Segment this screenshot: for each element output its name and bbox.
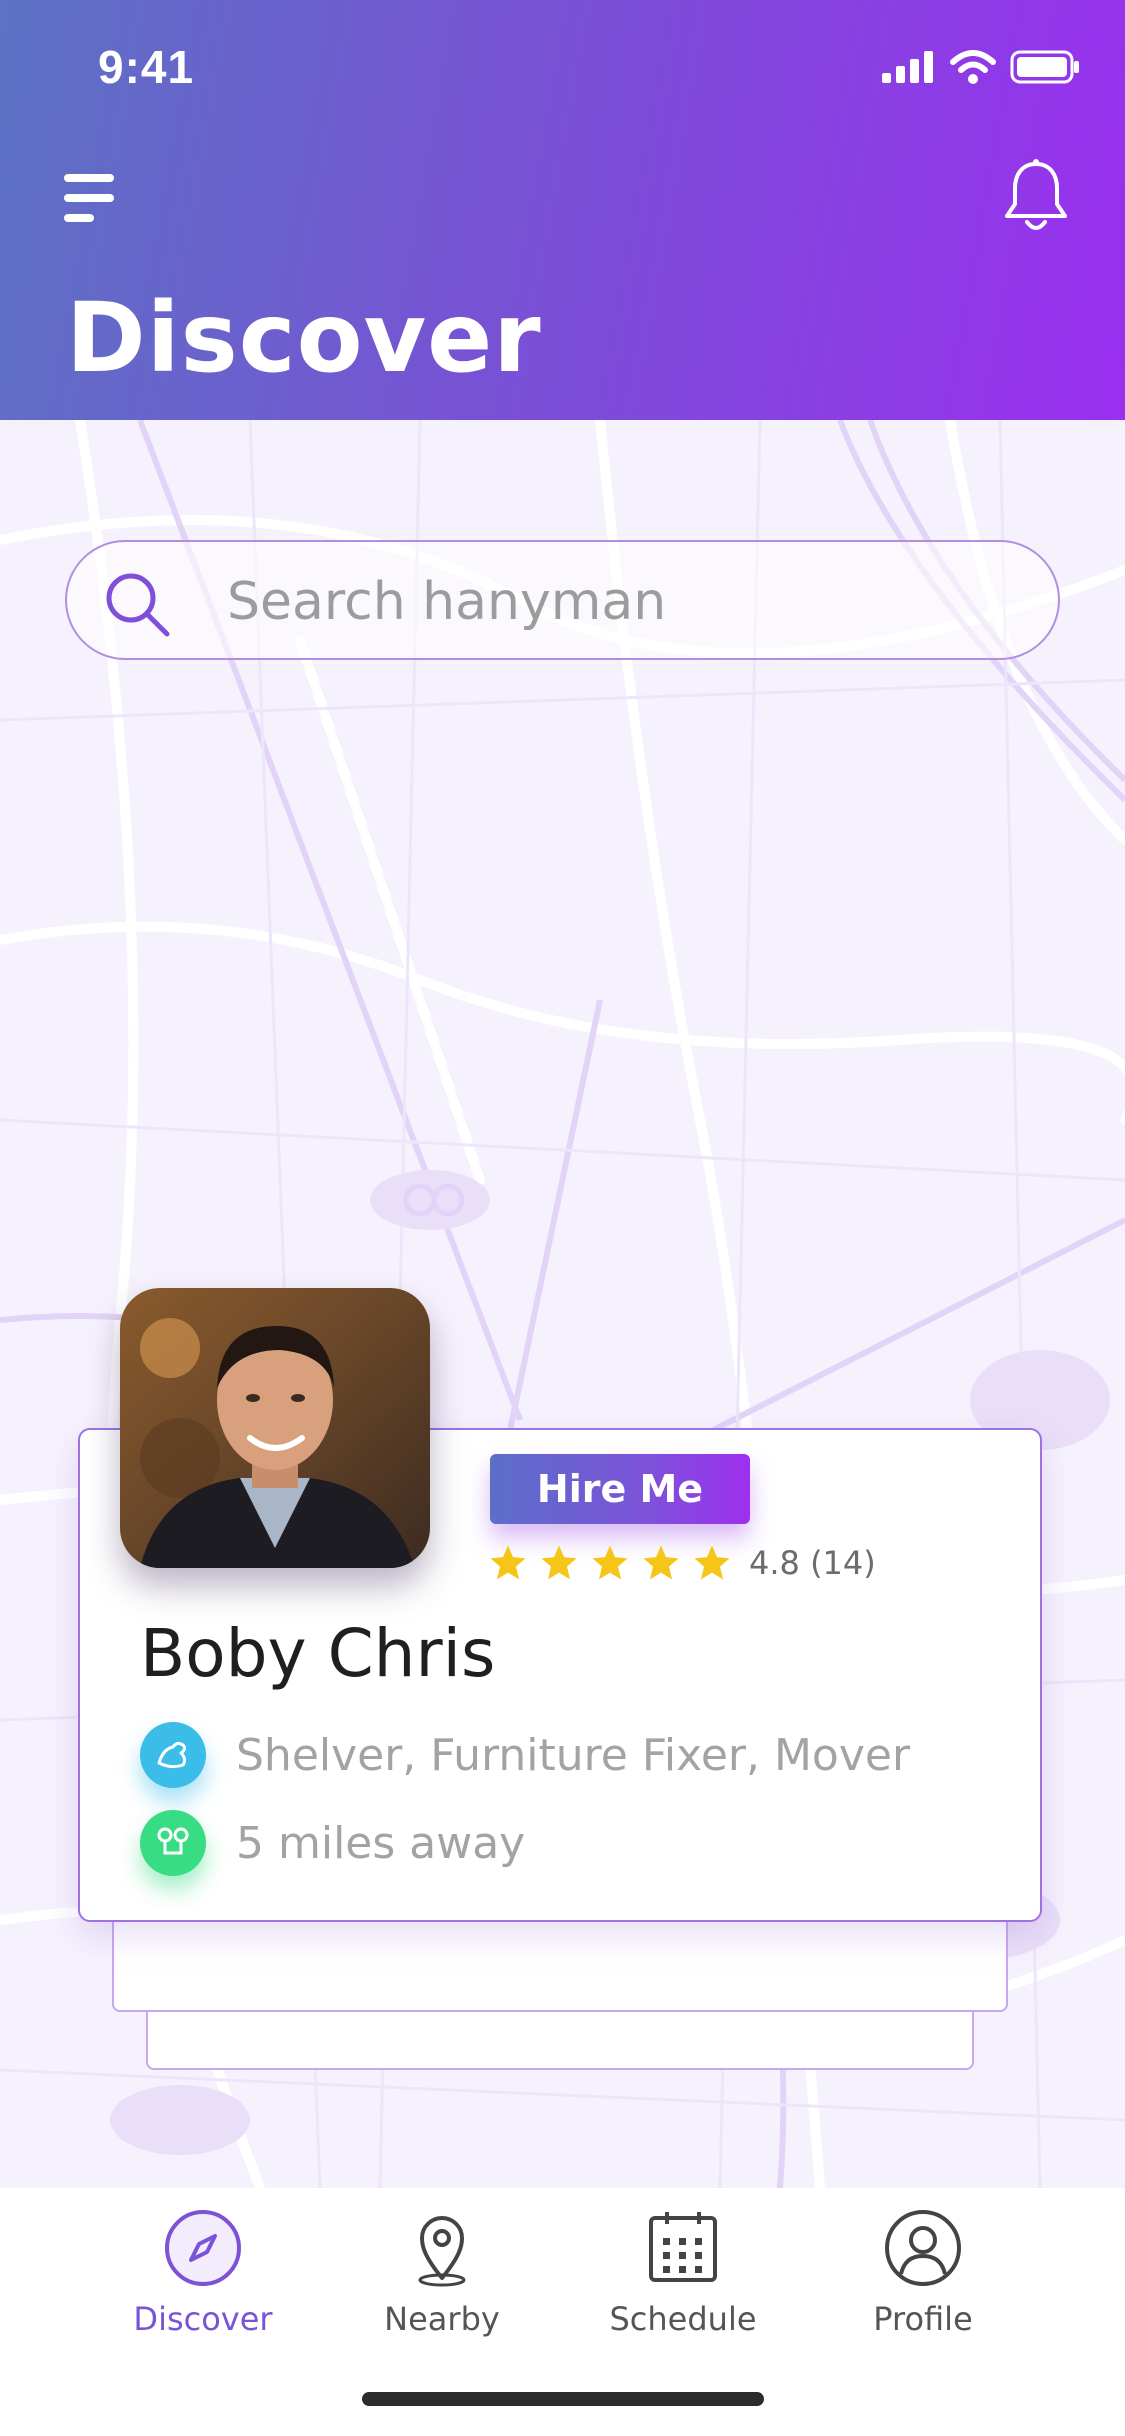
rating: 4.8 (14): [488, 1543, 876, 1583]
distance-row: 5 miles away: [140, 1810, 525, 1876]
tab-label: Profile: [873, 2300, 973, 2338]
star-icon: [694, 1545, 730, 1580]
tab-nearby[interactable]: Nearby: [347, 2208, 537, 2338]
tab-discover[interactable]: Discover: [108, 2208, 298, 2338]
star-icon: [643, 1545, 679, 1580]
star-icon: [490, 1545, 526, 1580]
provider-name: Boby Chris: [140, 1615, 496, 1692]
battery-icon: [1010, 50, 1079, 84]
page-title: Discover: [66, 282, 542, 394]
home-indicator: [362, 2392, 764, 2406]
wifi-icon: [950, 50, 996, 84]
provider-avatar: [120, 1288, 430, 1568]
route-icon: [140, 1810, 206, 1876]
distance-text: 5 miles away: [236, 1817, 526, 1869]
rating-text: 4.8 (14): [749, 1544, 876, 1582]
calendar-icon: [649, 2212, 717, 2282]
services-text: Shelver, Furniture Fixer, Mover: [236, 1729, 911, 1781]
search-icon[interactable]: [103, 570, 171, 638]
status-icons: [882, 50, 1080, 84]
muscle-icon: [140, 1722, 206, 1788]
compass-icon: [165, 2210, 241, 2286]
star-icon: [592, 1545, 628, 1580]
tab-schedule[interactable]: Schedule: [588, 2208, 778, 2338]
search-input[interactable]: [227, 562, 1007, 642]
app-header: 9:41 Discover: [0, 0, 1125, 420]
hire-me-button[interactable]: Hire Me: [490, 1454, 750, 1524]
search-bar[interactable]: [65, 540, 1060, 660]
menu-icon[interactable]: [64, 172, 116, 224]
signal-icon: [882, 51, 933, 83]
tab-label: Nearby: [384, 2300, 500, 2338]
star-icon: [541, 1545, 577, 1580]
bell-icon[interactable]: [1001, 158, 1071, 236]
user-icon: [885, 2210, 961, 2286]
tab-label: Schedule: [609, 2300, 757, 2338]
location-pin-icon: [418, 2216, 466, 2287]
services-row: Shelver, Furniture Fixer, Mover: [140, 1722, 910, 1788]
tab-profile[interactable]: Profile: [828, 2208, 1018, 2338]
status-time: 9:41: [98, 41, 195, 93]
tab-label: Discover: [133, 2300, 273, 2338]
